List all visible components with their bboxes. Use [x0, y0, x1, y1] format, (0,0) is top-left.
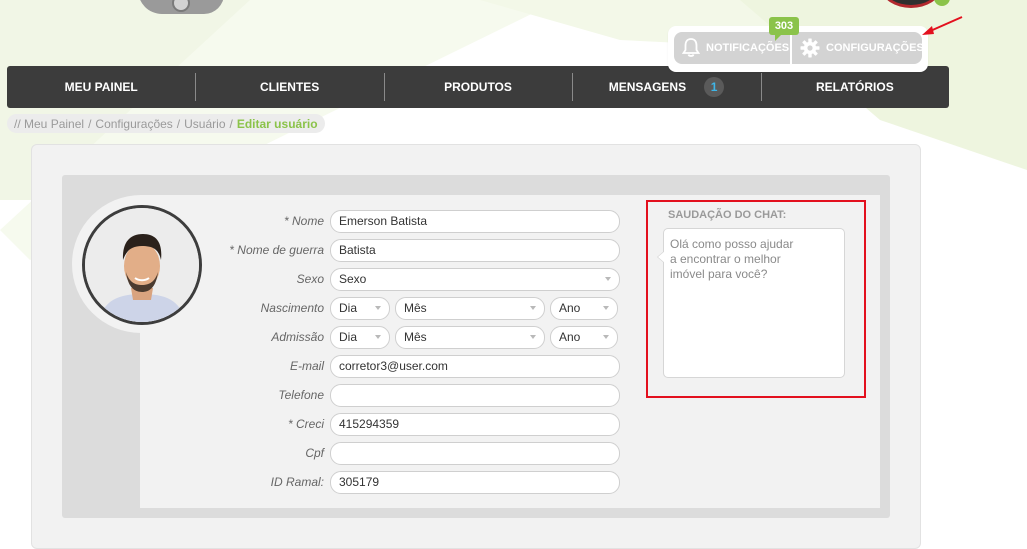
id-ramal-label: ID Ramal: [270, 475, 324, 489]
telefone-label: Telefone [278, 388, 324, 402]
sexo-select-value: Sexo [339, 272, 367, 286]
nav-item-produtos[interactable]: PRODUTOS [383, 66, 572, 108]
nome-guerra-input[interactable]: Batista [330, 238, 620, 262]
email-label: E-mail [289, 359, 324, 373]
settings-button[interactable]: CONFIGURAÇÕES [792, 32, 924, 64]
notifications-count-badge: 303 [769, 17, 799, 41]
breadcrumb-prefix: // [14, 116, 21, 131]
telefone-input[interactable] [330, 383, 620, 407]
nav-item-label: RELATÓRIOS [815, 80, 894, 94]
admissao-dia-value: Dia [339, 330, 358, 344]
form-row-cpf: Cpf [140, 441, 630, 465]
sexo-select[interactable]: Sexo [330, 267, 620, 291]
nascimento-mes-value: Mês [404, 301, 427, 315]
nav-item-label: CLIENTES [259, 80, 320, 94]
nav-item-label: PRODUTOS [444, 80, 512, 94]
notifications-label: NOTIFICAÇÕES [706, 42, 790, 54]
breadcrumb: // Meu Painel / Configurações / Usuário … [7, 114, 325, 133]
form-row-telefone: Telefone [140, 383, 630, 407]
admissao-dia-select[interactable]: Dia [330, 325, 390, 349]
chevron-down-icon [530, 335, 536, 339]
admissao-label: Admissão [271, 330, 324, 344]
form-row-email: E-mail corretor3@user.com [140, 354, 630, 378]
admissao-mes-select[interactable]: Mês [395, 325, 545, 349]
top-actions: NOTIFICAÇÕES 303 CONFIGURAÇÕES [668, 17, 928, 72]
nav-item-label: MENSAGENS [608, 80, 687, 94]
nav-item-mensagens[interactable]: MENSAGENS 1 [572, 66, 760, 108]
admissao-mes-value: Mês [404, 330, 427, 344]
nascimento-ano-select[interactable]: Ano [550, 296, 618, 320]
nav-item-label: MEU PAINEL [64, 80, 138, 94]
chevron-down-icon [530, 306, 536, 310]
nav-item-clientes[interactable]: CLIENTES [195, 66, 383, 108]
form-row-admissao: Admissão Dia Mês Ano [140, 325, 630, 349]
chevron-down-icon [375, 306, 381, 310]
chevron-down-icon [375, 335, 381, 339]
red-arrow-annotation [922, 16, 963, 35]
chat-greeting-line: imóvel para você? [670, 267, 768, 281]
nascimento-ano-value: Ano [559, 301, 581, 315]
gear-icon [800, 38, 820, 58]
settings-label: CONFIGURAÇÕES [826, 42, 924, 54]
cpf-label: Cpf [305, 446, 324, 460]
nascimento-dia-select[interactable]: Dia [330, 296, 390, 320]
chat-greeting-line: Olá como posso ajudar [670, 237, 794, 251]
form-row-id-ramal: ID Ramal: 305179 [140, 470, 630, 494]
nav-item-relatorios[interactable]: RELATÓRIOS [760, 66, 949, 108]
nome-input[interactable]: Emerson Batista [330, 209, 620, 233]
sexo-label: Sexo [296, 272, 324, 286]
nascimento-label: Nascimento [260, 301, 324, 315]
id-ramal-input[interactable]: 305179 [330, 470, 620, 494]
breadcrumb-current: Editar usuário [236, 116, 318, 131]
creci-label: * Creci [287, 417, 324, 431]
nome-guerra-label: * Nome de guerra [229, 243, 324, 257]
breadcrumb-link-meu-painel[interactable]: Meu Painel [24, 117, 84, 131]
nome-label: * Nome [283, 214, 324, 228]
breadcrumb-link-usuario[interactable]: Usuário [184, 117, 225, 131]
cpf-input[interactable] [330, 441, 620, 465]
chat-greeting-line: a encontrar o melhor [670, 252, 781, 266]
chevron-down-icon [605, 277, 611, 281]
nascimento-dia-value: Dia [339, 301, 358, 315]
creci-input[interactable]: 415294359 [330, 412, 620, 436]
chat-greeting-title: SAUDAÇÃO DO CHAT: [668, 209, 787, 221]
admissao-ano-value: Ano [559, 330, 581, 344]
form-row-sexo: Sexo Sexo [140, 267, 630, 291]
chevron-down-icon [603, 306, 609, 310]
nascimento-mes-select[interactable]: Mês [395, 296, 545, 320]
chat-greeting-textarea[interactable]: Olá como posso ajudar a encontrar o melh… [657, 228, 845, 378]
chevron-down-icon [603, 335, 609, 339]
notifications-button[interactable]: NOTIFICAÇÕES [674, 32, 790, 64]
email-input[interactable]: corretor3@user.com [330, 354, 620, 378]
messages-count-badge: 1 [704, 77, 725, 97]
form-row-nascimento: Nascimento Dia Mês Ano [140, 296, 630, 320]
nav-item-meu-painel[interactable]: MEU PAINEL [7, 66, 195, 108]
main-nav: MEU PAINEL CLIENTES PRODUTOS MENSAGENS 1… [7, 66, 949, 108]
form-row-creci: * Creci 415294359 [140, 412, 630, 436]
form-row-nome: * Nome Emerson Batista [140, 209, 630, 233]
bell-icon [682, 38, 700, 57]
admissao-ano-select[interactable]: Ano [550, 325, 618, 349]
form-row-nome-guerra: * Nome de guerra Batista [140, 238, 630, 262]
breadcrumb-link-configuracoes[interactable]: Configurações [95, 117, 172, 131]
